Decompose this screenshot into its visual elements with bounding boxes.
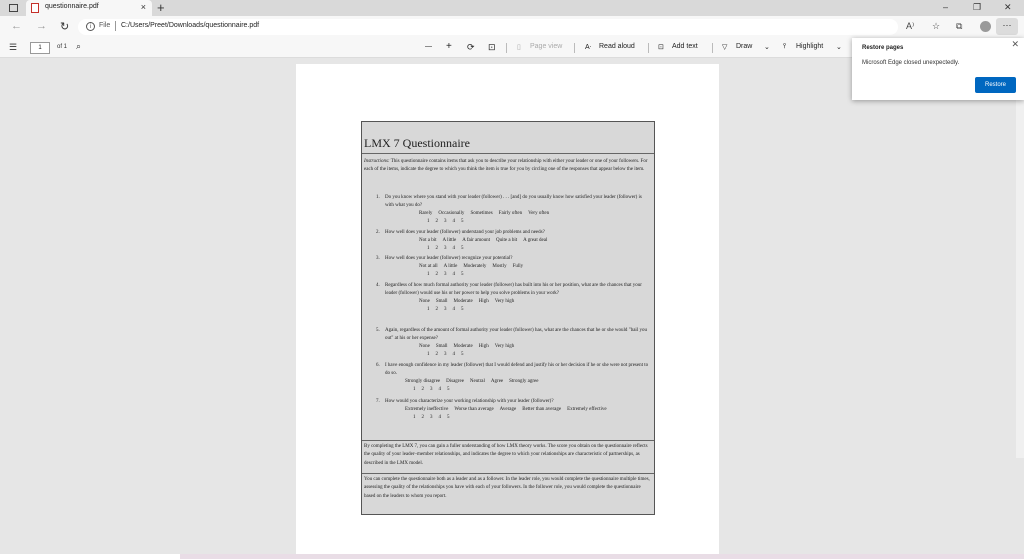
response-labels: Not at all A little Moderately Mostly Fully [419, 264, 524, 269]
page-view-button: Page view [530, 43, 563, 50]
page-view-icon: ▯ [517, 44, 521, 51]
add-text-button[interactable]: Add text [672, 43, 698, 50]
instructions-label: Instructions: [364, 159, 390, 164]
profile-avatar[interactable] [980, 21, 991, 32]
collections-icon[interactable]: ⧉ [956, 21, 962, 32]
tab-close-icon[interactable]: × [141, 2, 146, 12]
table-of-contents-icon[interactable]: ☰ [9, 42, 17, 53]
page-number-input[interactable]: 1 [30, 42, 50, 54]
tab-strip: questionnaire.pdf × + – ❐ ✕ [0, 0, 1024, 16]
document-title: LMX 7 Questionnaire [364, 136, 470, 150]
read-aloud-icon[interactable]: A⁾ [906, 21, 914, 32]
address-divider [115, 21, 116, 31]
back-button[interactable]: ← [11, 20, 22, 32]
address-bar[interactable]: i File C:/Users/Preet/Downloads/question… [78, 19, 898, 35]
question-item: 6. I have enough confidence in my leader … [376, 362, 652, 394]
draw-button[interactable]: Draw [736, 43, 752, 50]
highlight-options-chevron-icon[interactable]: ⌄ [836, 43, 842, 51]
highlight-button[interactable]: Highlight [796, 43, 823, 50]
scheme-label: File [99, 22, 111, 29]
response-scale: 12345 [427, 307, 464, 312]
favorites-icon[interactable]: ☆ [932, 21, 940, 32]
zoom-in-button[interactable]: + [446, 41, 452, 52]
fit-page-icon[interactable]: ⊡ [488, 42, 496, 53]
restore-button[interactable]: ❐ [973, 2, 981, 13]
question-item: 2. How well does your leader (follower) u… [376, 229, 652, 253]
more-menu-button[interactable]: ··· [996, 18, 1018, 35]
instructions: Instructions: This questionnaire contain… [364, 158, 652, 175]
question-text: 6. I have enough confidence in my leader … [376, 363, 649, 376]
question-text: 1. Do you know where you stand with your … [376, 195, 642, 208]
highlight-icon: ⫯ [783, 43, 787, 50]
response-labels: Extremely ineffective Worse than average A… [405, 407, 607, 412]
pdf-file-icon [31, 3, 39, 13]
read-aloud-button[interactable]: Read aloud [599, 43, 635, 50]
toolbar-divider [648, 43, 649, 53]
popup-title: Restore pages [862, 45, 904, 51]
section-rule [362, 440, 654, 441]
response-scale: 12345 [413, 387, 450, 392]
question-item: 1. Do you know where you stand with your … [376, 194, 652, 226]
bottom-edge [0, 554, 1024, 559]
popup-message: Microsoft Edge closed unexpectedly. [862, 60, 960, 66]
question-text: 2. How well does your leader (follower) u… [376, 230, 545, 235]
response-labels: None Small Moderate High Very high [419, 344, 515, 349]
question-text: 4. Regardless of how much formal authorit… [376, 283, 642, 296]
rotate-icon[interactable]: ⟳ [467, 42, 475, 53]
toolbar-divider [712, 43, 713, 53]
response-labels: Not a bit A little A fair amount Quite a bi… [419, 238, 548, 243]
search-icon[interactable]: ⌕ [76, 41, 81, 52]
zoom-out-button[interactable]: — [425, 43, 432, 50]
draw-options-chevron-icon[interactable]: ⌄ [764, 43, 770, 51]
window-menu-icon[interactable] [9, 4, 18, 12]
section-rule [362, 473, 654, 474]
title-rule [362, 153, 654, 154]
paragraph-lmx-score: By completing the LMX 7, you can gain a … [364, 444, 648, 466]
restore-button[interactable]: Restore [975, 77, 1016, 93]
info-icon[interactable]: i [86, 22, 95, 31]
draw-icon: ▽ [722, 44, 728, 51]
paragraph-roles: You can complete the questionnaire both … [364, 477, 650, 499]
instructions-text: This questionnaire contains items that a… [364, 159, 648, 173]
response-labels: Strongly disagree Disagree Neutral Agree Str… [405, 379, 539, 384]
popup-close-icon[interactable]: ✕ [1011, 39, 1019, 50]
response-labels: None Small Moderate High Very high [419, 299, 515, 304]
forward-button[interactable]: → [36, 20, 47, 32]
question-item: 3. How well does your leader (follower) r… [376, 255, 652, 279]
question-item: 5. Again, regardless of the amount of for… [376, 327, 652, 359]
response-scale: 12345 [413, 415, 450, 420]
add-text-icon: ⊡ [658, 44, 664, 51]
reload-button[interactable]: ↻ [60, 20, 69, 33]
response-scale: 12345 [427, 219, 464, 224]
response-scale: 12345 [427, 272, 464, 277]
toolbar-divider [506, 43, 507, 53]
question-text: 5. Again, regardless of the amount of for… [376, 328, 647, 341]
new-tab-button[interactable]: + [157, 0, 165, 16]
restore-pages-popup: Restore pages ✕ Microsoft Edge closed un… [852, 38, 1024, 100]
question-item: 4. Regardless of how much formal authorit… [376, 282, 652, 314]
url-text[interactable]: C:/Users/Preet/Downloads/questionnaire.p… [121, 22, 259, 29]
minimize-button[interactable]: – [943, 2, 948, 12]
tab-questionnaire[interactable]: questionnaire.pdf × [26, 0, 152, 16]
tab-title: questionnaire.pdf [45, 3, 99, 10]
questionnaire-box: LMX 7 Questionnaire Instructions: This q… [361, 121, 655, 515]
response-scale: 12345 [427, 246, 464, 251]
read-aloud-small-icon: Aᐧ [585, 44, 592, 51]
question-text: 7. How would you characterize your workin… [376, 399, 554, 404]
question-text: 3. How well does your leader (follower) r… [376, 256, 513, 261]
response-scale: 12345 [427, 352, 464, 357]
response-labels: Rarely Occasionally Sometimes Fairly often V… [419, 211, 550, 216]
toolbar-divider [574, 43, 575, 53]
page-count: of 1 [57, 44, 68, 50]
question-item: 7. How would you characterize your workin… [376, 398, 652, 422]
close-window-button[interactable]: ✕ [1004, 2, 1012, 13]
navigation-bar: ← → ↻ i File C:/Users/Preet/Downloads/qu… [0, 16, 1024, 38]
vertical-scrollbar[interactable] [1016, 58, 1024, 458]
